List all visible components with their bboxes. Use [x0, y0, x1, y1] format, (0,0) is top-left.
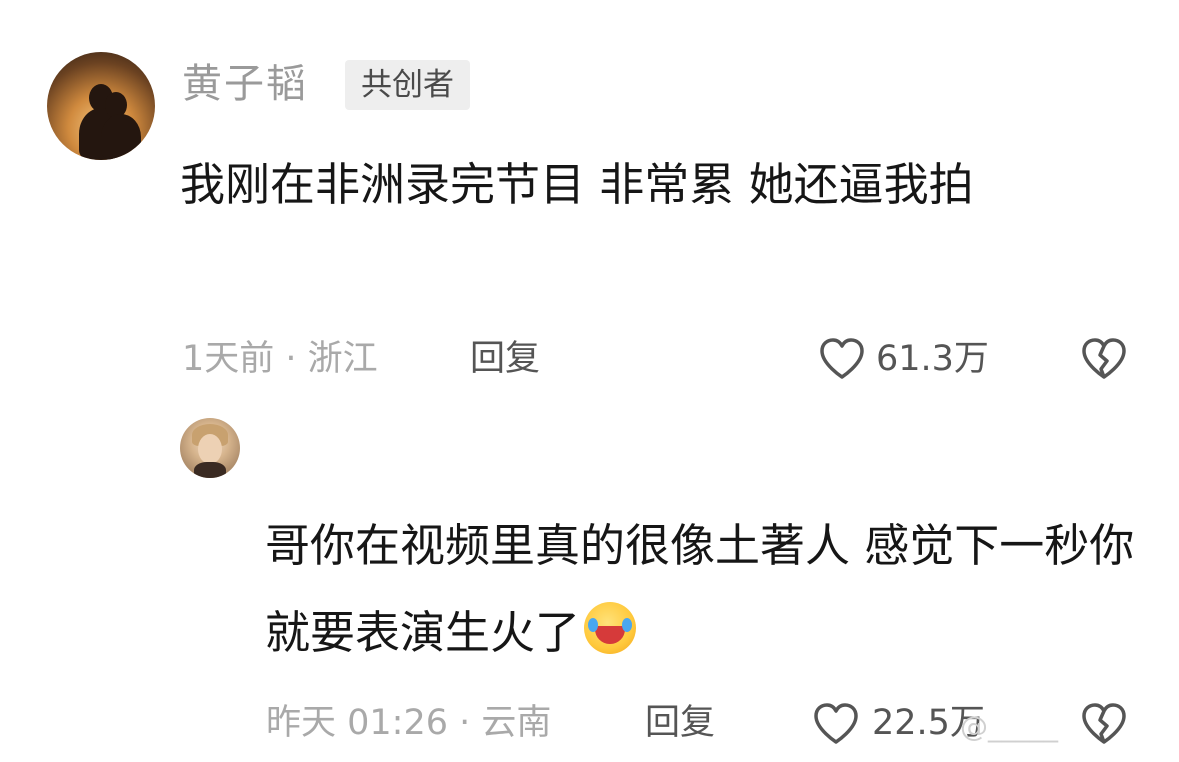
avatar[interactable] [47, 52, 155, 160]
co-creator-badge: 共创者 [345, 60, 470, 110]
broken-heart-icon[interactable] [1080, 702, 1128, 746]
comment-meta: 1天前 · 浙江 [182, 339, 378, 379]
comment-meta: 昨天 01:26 · 云南 [266, 703, 552, 743]
watermark: @_____ [960, 710, 1058, 743]
like-count: 61.3万 [876, 339, 989, 379]
username[interactable]: 黄子韬 [182, 58, 308, 110]
reply-button[interactable]: 回复 [470, 334, 540, 384]
comment-text: 哥你在视频里真的很像土著人 感觉下一秒你就要表演生火了 [265, 519, 1135, 659]
heart-icon[interactable] [812, 702, 860, 746]
comment-text: 我刚在非洲录完节目 非常累 她还逼我拍 [180, 158, 974, 211]
reply-button[interactable]: 回复 [645, 698, 715, 748]
laughing-crying-emoji-icon [584, 602, 637, 654]
broken-heart-icon[interactable] [1080, 337, 1128, 381]
avatar[interactable] [180, 418, 240, 478]
heart-icon[interactable] [818, 337, 866, 381]
